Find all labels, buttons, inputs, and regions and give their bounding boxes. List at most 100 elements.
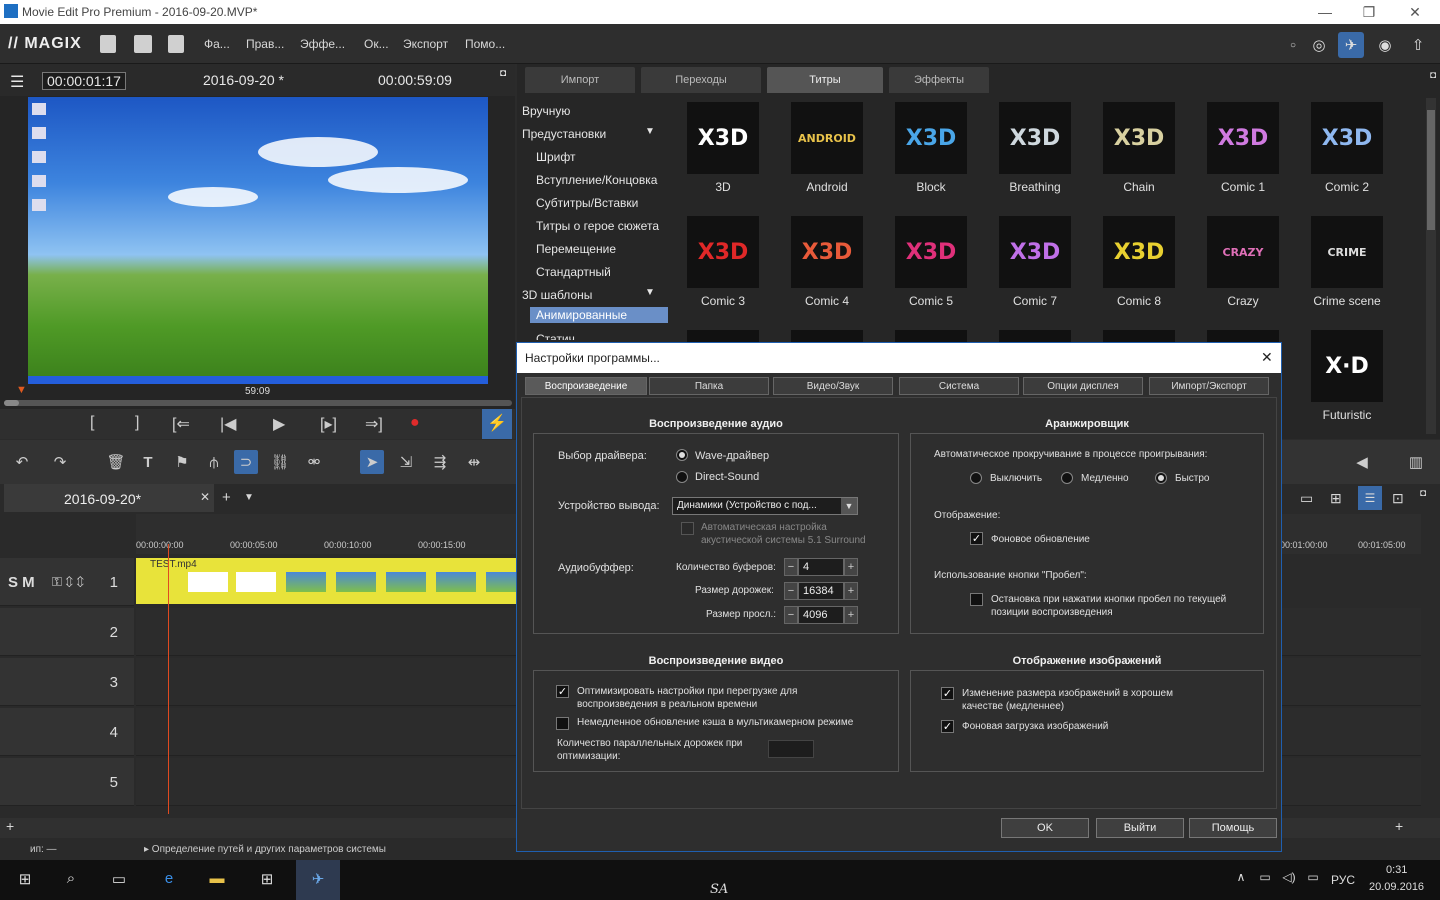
link-icon[interactable]: ⛓ [268, 450, 292, 474]
notifications-icon[interactable]: ▭ [1302, 870, 1324, 890]
edge-icon[interactable]: e [158, 870, 180, 890]
title-tile-partial[interactable] [1207, 330, 1279, 342]
chevron-up-icon[interactable]: ∧ [1230, 870, 1252, 890]
record-icon[interactable]: ● [410, 414, 420, 432]
tab-transitions[interactable]: Переходы [641, 67, 761, 93]
goto-end-icon[interactable]: ⇒] [365, 414, 383, 434]
delete-icon[interactable]: 🗑 [104, 450, 128, 474]
menu-file[interactable]: Фа... [204, 37, 230, 51]
task-view-icon[interactable]: ▭ [108, 870, 130, 890]
plus-icon[interactable]: + [844, 558, 858, 576]
tree-item-presets[interactable]: Предустановки [522, 127, 606, 141]
goto-start-icon[interactable]: [⇐ [172, 414, 190, 434]
title-tile[interactable]: X3D Comic 2 [1295, 102, 1399, 202]
tree-item-subtitles[interactable]: Субтитры/Вставки [536, 196, 638, 210]
surround-checkbox[interactable] [681, 522, 694, 535]
dtab-playback[interactable]: Воспроизведение [525, 377, 647, 395]
multi-select-icon[interactable]: ⇶ [428, 450, 452, 474]
play-icon[interactable]: ▶ [273, 414, 285, 434]
menu-effects[interactable]: Эффе... [300, 37, 345, 51]
speaker-icon[interactable]: ◁) [1278, 870, 1300, 890]
clock-time[interactable]: 0:31 [1386, 864, 1407, 876]
chevron-down-icon[interactable]: ▼ [244, 492, 254, 503]
title-tile[interactable]: X3D Comic 5 [879, 216, 983, 316]
restore-button[interactable]: ❐ [1354, 2, 1384, 22]
maximize-timeline-icon[interactable]: ◘ [1420, 488, 1426, 499]
tab-titles[interactable]: Титры [767, 67, 883, 93]
view-single-icon[interactable]: ▭ [1300, 490, 1313, 507]
disc-burn-icon[interactable]: ◎ [1306, 32, 1332, 58]
clock-date[interactable]: 20.09.2016 [1369, 881, 1424, 893]
add-tab-icon[interactable]: + [222, 489, 231, 506]
track-header-3[interactable]: 3 [0, 658, 134, 706]
save-icon[interactable] [168, 35, 184, 53]
zoom-in-icon[interactable]: + [1395, 818, 1403, 834]
preview-scrubber[interactable] [4, 400, 512, 406]
timeline-tab[interactable]: 2016-09-20* ✕ [4, 484, 214, 512]
title-tile[interactable]: X3D Comic 1 [1191, 102, 1295, 202]
movie-edit-taskbar-icon[interactable]: ✈ [296, 860, 340, 900]
buffers-stepper[interactable]: −4 + [784, 558, 858, 576]
split-icon[interactable]: ⫛ [202, 450, 226, 474]
undo-icon[interactable]: ↶ [10, 450, 34, 474]
help-button[interactable]: Помощь [1189, 818, 1277, 838]
prev-marker-icon[interactable]: |◀ [220, 414, 236, 434]
menu-edit[interactable]: Прав... [246, 37, 284, 51]
volume-icon[interactable]: ◀ [1350, 450, 1374, 474]
playhead-line[interactable] [168, 544, 169, 814]
menu-help[interactable]: Помо... [465, 37, 505, 51]
exit-button[interactable]: Выйти [1096, 818, 1184, 838]
dialog-close-button[interactable]: ✕ [1261, 349, 1273, 366]
store-icon[interactable]: ⊞ [256, 870, 278, 890]
plus-icon[interactable]: + [844, 582, 858, 600]
open-folder-icon[interactable] [134, 35, 152, 53]
upload-icon[interactable]: ⇧ [1405, 32, 1431, 58]
minus-icon[interactable]: − [784, 582, 798, 600]
scroll-off-radio[interactable] [970, 472, 982, 484]
language-indicator[interactable]: РУС [1331, 873, 1355, 887]
driver-directsound-radio[interactable] [676, 471, 688, 483]
loop-icon[interactable]: ⊃ [234, 450, 258, 474]
tree-item-3d-templates[interactable]: 3D шаблоны [522, 288, 592, 302]
title-tile[interactable]: X3D Comic 3 [671, 216, 775, 316]
video-clip[interactable]: TEST.mp4 [136, 558, 516, 604]
scroll-fast-radio[interactable] [1155, 472, 1167, 484]
redo-icon[interactable]: ↷ [48, 450, 72, 474]
title-tile[interactable]: X3D 3D [671, 102, 775, 202]
tree-item-movement[interactable]: Перемещение [536, 242, 616, 256]
buffers-value[interactable]: 4 [798, 558, 844, 576]
title-tile-partial[interactable] [1103, 330, 1175, 342]
title-tile-partial[interactable] [687, 330, 759, 342]
pointer-icon[interactable]: ➤ [360, 450, 384, 474]
network-icon[interactable]: ▭ [1254, 870, 1276, 890]
scroll-slow-radio[interactable] [1061, 472, 1073, 484]
title-tile[interactable]: X3D Comic 4 [775, 216, 879, 316]
track-size-stepper[interactable]: −16384 + [784, 582, 858, 600]
title-tile[interactable]: X3D Chain [1087, 102, 1191, 202]
new-file-icon[interactable] [100, 35, 116, 53]
dtab-folder[interactable]: Папка [649, 377, 769, 395]
bg-load-checkbox[interactable]: ✓ [941, 720, 954, 733]
view-mixer-icon[interactable]: ⊡ [1392, 490, 1404, 507]
title-tile[interactable]: X3D Breathing [983, 102, 1087, 202]
title-tile[interactable]: X3D Comic 8 [1087, 216, 1191, 316]
maximize-preview-icon[interactable]: ◘ [500, 68, 506, 79]
bg-update-checkbox[interactable]: ✓ [970, 532, 983, 545]
unlink-icon[interactable]: ⚮ [302, 450, 326, 474]
title-tile[interactable]: ANDROID Android [775, 102, 879, 202]
title-tile[interactable]: CRAZY Crazy [1191, 216, 1295, 316]
out-point-button[interactable]: ] [135, 414, 139, 432]
in-point-button[interactable]: [ [90, 414, 94, 432]
view-timeline-icon[interactable]: ☰ [1358, 486, 1382, 510]
dtab-system[interactable]: Система [899, 377, 1019, 395]
magix-store-icon[interactable]: ✈ [1338, 32, 1364, 58]
tab-import[interactable]: Импорт [525, 67, 635, 93]
maximize-pool-icon[interactable]: ◘ [1430, 70, 1436, 81]
position-timecode[interactable]: 00:00:01:17 [42, 72, 126, 90]
title-tile[interactable]: X·D Futuristic [1295, 330, 1399, 430]
file-explorer-icon[interactable]: ▬ [206, 870, 228, 890]
dtab-import-export[interactable]: Импорт/Экспорт [1149, 377, 1269, 395]
menu-export[interactable]: Экспорт [403, 37, 448, 51]
menu-window[interactable]: Ок... [364, 37, 389, 51]
prelisten-stepper[interactable]: −4096 + [784, 606, 858, 624]
